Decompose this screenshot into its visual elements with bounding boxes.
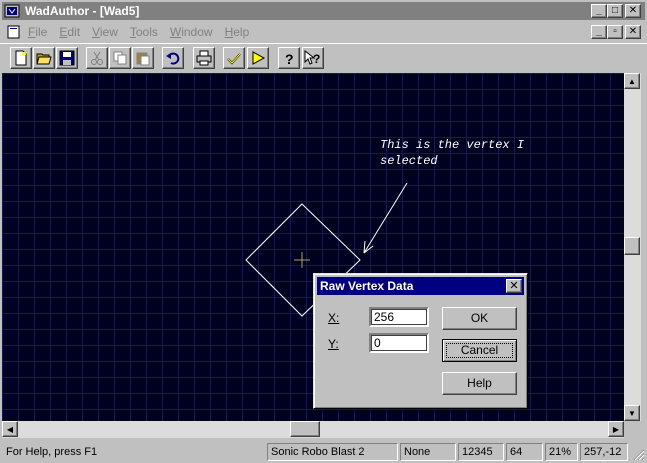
close-button[interactable]: ✕ [625,4,641,18]
context-help-icon: ? [304,50,320,66]
ok-button[interactable]: OK [442,307,517,330]
status-value: 12345 [458,443,504,461]
minimize-icon: _ [596,5,602,16]
status-coords: 257,-12 [580,443,628,461]
scroll-left-button[interactable]: ◀ [2,421,18,437]
context-help-button[interactable]: ? [302,47,324,69]
menu-window[interactable]: Window [164,25,219,39]
status-game: Sonic Robo Blast 2 [267,443,398,461]
raw-vertex-data-dialog: Raw Vertex Data ✕ X: Y: OK Cancel Help [313,273,528,409]
horizontal-scroll-thumb[interactable] [290,421,320,437]
status-mode: None [400,443,456,461]
run-icon [252,51,266,65]
save-button[interactable] [56,47,78,69]
toolbar: ? ? [0,43,647,73]
help-button[interactable]: ? [278,47,300,69]
status-bar: For Help, press F1 Sonic Robo Blast 2 No… [0,440,647,463]
dialog-title-bar: Raw Vertex Data ✕ [317,277,524,295]
minimize-icon: _ [596,26,602,37]
annotation-line-1: This is the vertex I [380,138,525,152]
menu-edit[interactable]: Edit [53,25,86,39]
close-icon: ✕ [509,280,519,292]
annotation-arrow [363,182,408,254]
run-button[interactable] [247,47,269,69]
paste-icon [136,52,150,66]
undo-icon [166,52,180,65]
horizontal-scrollbar[interactable]: ◀ ▶ [2,421,624,438]
annotation-line-2: selected [380,154,438,168]
window-title: WadAuthor - [Wad5] [25,3,140,18]
linedef-normal [270,284,275,289]
menu-view[interactable]: View [86,25,124,39]
ok-button-label: OK [470,311,489,325]
close-icon: ✕ [628,5,638,16]
cut-icon [91,51,103,65]
thing-crosshair [294,252,310,268]
scroll-corner [624,421,641,438]
restore-icon: ▫ [613,26,617,37]
cancel-button-label: Cancel [460,343,499,357]
menu-file[interactable]: File [22,25,53,39]
scroll-down-button[interactable]: ▼ [624,405,640,421]
open-icon [36,53,52,65]
dialog-close-button[interactable]: ✕ [506,279,522,293]
linedef-normal [330,231,335,236]
document-icon[interactable] [6,25,22,39]
print-button[interactable] [193,47,215,69]
undo-button[interactable] [162,47,184,69]
copy-button[interactable] [109,47,131,69]
arrow-left-icon: ◀ [6,424,14,434]
vertical-scrollbar[interactable]: ▲ ▼ [624,73,641,421]
close-icon: ✕ [628,26,638,37]
resize-grip-icon[interactable] [633,449,645,461]
new-button[interactable] [10,47,32,69]
help-button-label: Help [467,376,492,390]
check-button[interactable] [223,47,245,69]
y-input[interactable] [369,333,429,353]
maximize-icon: □ [611,5,619,16]
x-input[interactable] [369,307,429,327]
y-label: Y: [328,337,339,351]
status-grid: 64 [506,443,543,461]
new-icon [15,50,27,66]
x-label: X: [328,311,340,325]
linedef-normal [270,231,275,236]
maximize-button[interactable]: □ [607,4,623,18]
menu-help[interactable]: Help [219,25,256,39]
copy-icon [113,51,127,65]
check-icon [227,53,241,65]
status-help-text: For Help, press F1 [6,446,98,458]
cancel-button[interactable]: Cancel [442,339,517,362]
annotation-text: This is the vertex I selected [380,137,524,169]
arrow-up-icon: ▲ [628,76,636,86]
arrow-right-icon: ▶ [612,424,620,434]
svg-text:?: ? [285,51,294,66]
help-dialog-button[interactable]: Help [442,372,517,395]
help-icon: ? [285,51,294,66]
print-icon [196,50,212,66]
status-zoom: 21% [545,443,578,461]
open-button[interactable] [33,47,55,69]
save-icon [59,50,75,66]
minimize-button[interactable]: _ [591,4,607,18]
vertical-scroll-thumb[interactable] [624,237,640,255]
paste-button[interactable] [132,47,154,69]
scroll-right-button[interactable]: ▶ [608,421,624,437]
child-minimize-button[interactable]: _ [591,25,607,39]
menu-tools[interactable]: Tools [124,25,164,39]
child-close-button[interactable]: ✕ [625,25,641,39]
title-bar: WadAuthor - [Wad5] _ □ ✕ [0,0,647,22]
arrow-down-icon: ▼ [628,408,636,418]
dialog-title: Raw Vertex Data [320,279,414,293]
svg-text:?: ? [313,52,320,66]
child-restore-button[interactable]: ▫ [607,25,623,39]
menu-bar: File Edit View Tools Window Help _ ▫ ✕ [0,22,647,42]
scroll-up-button[interactable]: ▲ [624,73,640,89]
app-icon[interactable] [4,3,20,19]
cut-button[interactable] [86,47,108,69]
